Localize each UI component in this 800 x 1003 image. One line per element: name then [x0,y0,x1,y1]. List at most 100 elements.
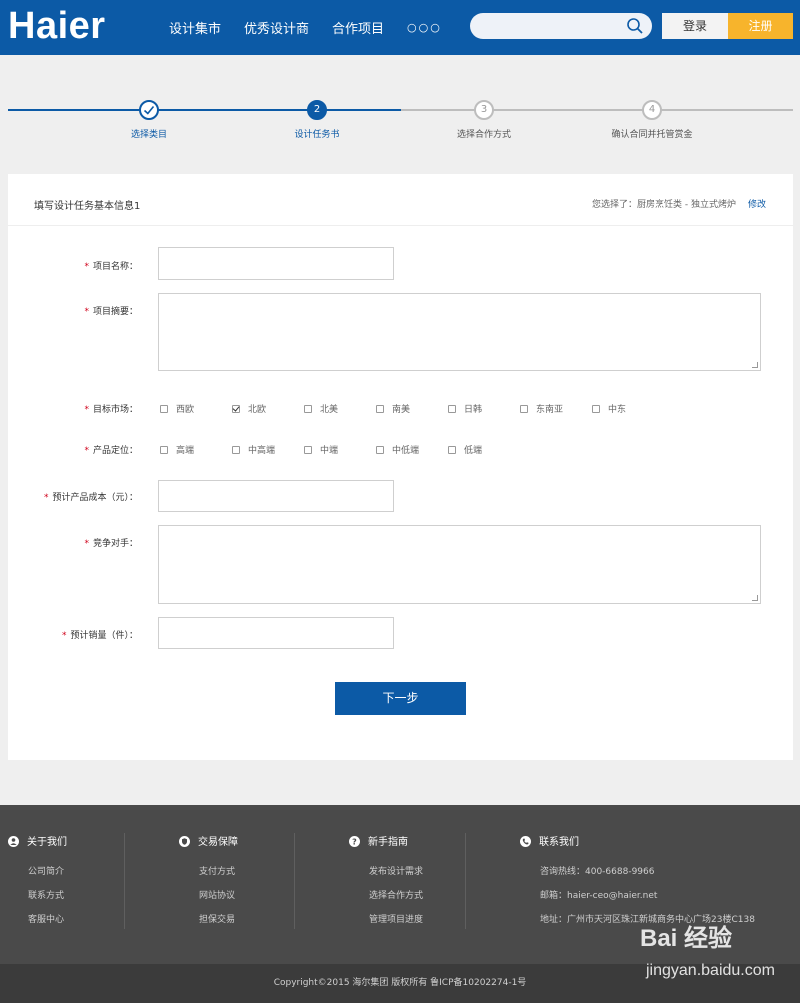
footer-link[interactable]: 联系方式 [28,888,67,912]
phone-icon [520,836,531,847]
market-option-label: 北美 [320,405,339,415]
main-nav: 设计集市 优秀设计商 合作项目 ○○○ [169,18,442,37]
market-option[interactable]: 北欧 [232,402,266,415]
est-sales-input[interactable] [159,618,393,648]
footer-col-title: ? 新手指南 [349,833,423,848]
footer-links: 公司简介 联系方式 客服中心 [28,864,67,936]
step-4-number: 4 [642,100,662,120]
search-icon[interactable] [626,17,644,35]
footer-link[interactable]: 公司简介 [28,864,67,888]
nav-designers[interactable]: 优秀设计商 [244,18,309,37]
haier-logo[interactable]: Haier [8,5,106,48]
nav-more-icon[interactable]: ○○○ [407,21,442,37]
position-option-label: 高端 [176,446,195,456]
est-cost-input[interactable] [159,481,393,511]
footer-link[interactable]: 管理项目进度 [369,912,423,936]
position-option-label: 中端 [320,446,339,456]
checkbox-icon[interactable] [376,405,384,413]
market-option[interactable]: 南美 [376,402,410,415]
footer-col-title-text: 联系我们 [539,837,579,848]
baidu-jingyan-watermark: Bai 经验 jingyan.baidu.com [630,918,790,988]
est-sales-text: 预计销量（件）： [70,631,138,641]
footer-link[interactable]: 选择合作方式 [369,888,423,912]
checkbox-icon[interactable] [520,405,528,413]
position-option[interactable]: 中端 [304,443,338,456]
product-position-text: 产品定位： [92,446,138,456]
svg-text:?: ? [352,838,357,847]
step-1: 选择类目 [69,95,229,140]
login-button[interactable]: 登录 [662,13,728,39]
checkbox-icon[interactable] [304,405,312,413]
competitors-textarea[interactable] [159,526,760,603]
search-input[interactable] [470,13,620,39]
task-form-card: 填写设计任务基本信息1 您选择了：厨房烹饪类 - 独立式烤炉 修改 * 项目名称：… [8,174,793,760]
market-option[interactable]: 中东 [592,402,626,415]
checkbox-icon[interactable] [448,405,456,413]
market-option[interactable]: 北美 [304,402,338,415]
checkbox-icon[interactable] [304,446,312,454]
position-option[interactable]: 高端 [160,443,194,456]
required-mark: * [84,262,89,272]
position-option[interactable]: 中低端 [376,443,419,456]
footer-divider [294,833,295,929]
project-name-label: * 项目名称： [84,259,138,272]
position-option-label: 低端 [464,446,483,456]
watermark-top-text: Bai 经验 [640,925,733,952]
footer-links: 发布设计需求 选择合作方式 管理项目进度 [369,864,423,936]
step-2-label: 设计任务书 [294,130,340,140]
est-cost-field [158,480,394,512]
checkbox-icon[interactable] [592,405,600,413]
required-mark: * [84,307,89,317]
est-sales-label: * 预计销量（件）： [62,628,138,641]
est-cost-text: 预计产品成本（元）： [52,493,138,503]
project-summary-field [158,293,761,371]
footer-col-guarantee: 交易保障 支付方式 网站协议 担保交易 [179,833,238,936]
footer-col-title: 关于我们 [8,833,67,848]
checkbox-icon[interactable] [448,446,456,454]
est-sales-field [158,617,394,649]
progress-steps: 选择类目 2 设计任务书 3 选择合作方式 4 确认合同并托管赏金 [0,95,800,155]
edit-link[interactable]: 修改 [748,197,766,210]
resize-grip-icon[interactable] [752,362,758,368]
footer-link[interactable]: 客服中心 [28,912,67,936]
nav-design-market[interactable]: 设计集市 [169,18,221,37]
checkbox-icon[interactable] [376,446,384,454]
contact-email[interactable]: 邮箱：haier-ceo@haier.net [540,888,755,912]
project-summary-label: * 项目摘要： [84,304,138,317]
checkbox-icon[interactable] [232,446,240,454]
form-title: 填写设计任务基本信息1 [34,201,141,212]
project-name-input[interactable] [159,248,393,279]
card-header: 填写设计任务基本信息1 您选择了：厨房烹饪类 - 独立式烤炉 修改 [8,174,793,226]
market-option[interactable]: 日韩 [448,402,482,415]
checkbox-icon[interactable] [160,405,168,413]
resize-grip-icon[interactable] [752,595,758,601]
search-box [470,13,652,39]
est-cost-label: * 预计产品成本（元）： [44,490,138,503]
nav-projects[interactable]: 合作项目 [332,18,384,37]
copyright-text: Copyright©2015 海尔集团 版权所有 鲁ICP备10202274-1… [273,978,527,988]
market-option[interactable]: 东南亚 [520,402,563,415]
footer-col-title-text: 关于我们 [27,837,67,848]
market-option-label: 中东 [608,405,627,415]
position-option[interactable]: 低端 [448,443,482,456]
step-3-label: 选择合作方式 [456,130,511,140]
market-option[interactable]: 西欧 [160,402,194,415]
footer-link[interactable]: 发布设计需求 [369,864,423,888]
target-market-text: 目标市场： [92,405,138,415]
checkbox-icon[interactable] [160,446,168,454]
position-option[interactable]: 中高端 [232,443,275,456]
footer-link[interactable]: 网站协议 [199,888,238,912]
contact-hotline: 咨询热线：400-6688-9966 [540,867,655,877]
question-icon: ? [349,836,360,847]
required-mark: * [84,405,89,415]
footer-col-title: 交易保障 [179,833,238,848]
footer-col-title-text: 新手指南 [368,837,408,848]
project-name-text: 项目名称： [92,262,138,272]
project-summary-textarea[interactable] [159,294,760,370]
next-step-button[interactable]: 下一步 [335,682,466,715]
project-summary-text: 项目摘要： [92,307,138,317]
checkbox-checked-icon[interactable] [232,405,240,413]
footer-link[interactable]: 支付方式 [199,864,238,888]
footer-link[interactable]: 担保交易 [199,912,238,936]
register-button[interactable]: 注册 [728,13,793,39]
